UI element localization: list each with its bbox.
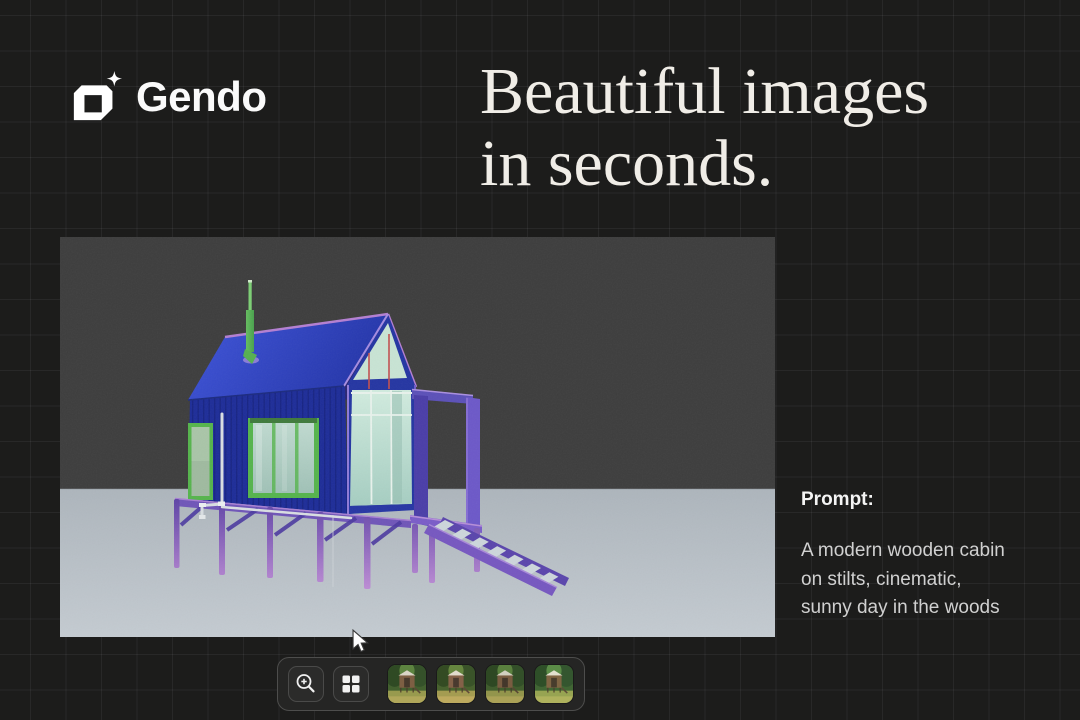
grid-view-icon: [342, 675, 360, 693]
thumbnail-variation-4[interactable]: [534, 664, 574, 704]
zoom-in-button[interactable]: [288, 666, 324, 702]
headline-line-2: in seconds.: [480, 127, 774, 200]
render-viewport[interactable]: [60, 237, 775, 637]
prompt-line-2: on stilts, cinematic,: [801, 568, 962, 590]
logo-text: Gendo: [136, 73, 267, 120]
cabin-photo-thumbnail: [437, 665, 475, 703]
logo: Gendo: [68, 70, 267, 124]
prompt-panel: Prompt: A modern wooden cabin on stilts,…: [801, 489, 1041, 623]
grid-view-button[interactable]: [333, 666, 369, 702]
page-title: Beautiful images in seconds.: [480, 56, 1040, 200]
prompt-line-3: sunny day in the woods: [801, 597, 1000, 618]
prompt-label: Prompt:: [801, 489, 874, 510]
thumbnail-variation-3[interactable]: [485, 664, 525, 704]
sparkle-icon: [106, 70, 123, 87]
gendo-cube-icon: [73, 70, 123, 121]
zoom-in-icon: [296, 674, 315, 693]
headline-line-1: Beautiful images: [480, 55, 930, 128]
thumbnail-variation-2[interactable]: [436, 664, 476, 704]
render-image: [60, 237, 775, 637]
thumbnail-variation-1[interactable]: [387, 664, 427, 704]
cabin-photo-thumbnail: [535, 665, 573, 703]
prompt-line-1: A modern wooden cabin: [801, 540, 1005, 561]
cabin-photo-thumbnail: [388, 665, 426, 703]
viewer-toolbar: [277, 657, 585, 711]
cabin-photo-thumbnail: [486, 665, 524, 703]
gendo-promo-page: Gendo Beautiful images in seconds. Promp…: [0, 0, 1080, 720]
prompt-text: A modern wooden cabin on stilts, cinemat…: [801, 537, 1041, 623]
